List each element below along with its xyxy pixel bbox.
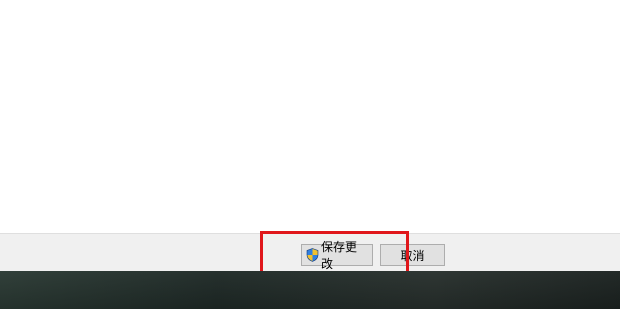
taskbar-background: [0, 271, 620, 309]
taskbar: [0, 271, 620, 309]
save-changes-button[interactable]: 保存更改: [301, 240, 373, 271]
uac-shield-icon: [306, 248, 319, 262]
settings-content-area: [0, 0, 620, 233]
save-changes-label: 保存更改: [321, 240, 358, 271]
dialog-footer-bar: 保存更改 取消: [0, 233, 620, 271]
cancel-button[interactable]: 取消: [380, 244, 445, 266]
cancel-label: 取消: [400, 248, 425, 263]
